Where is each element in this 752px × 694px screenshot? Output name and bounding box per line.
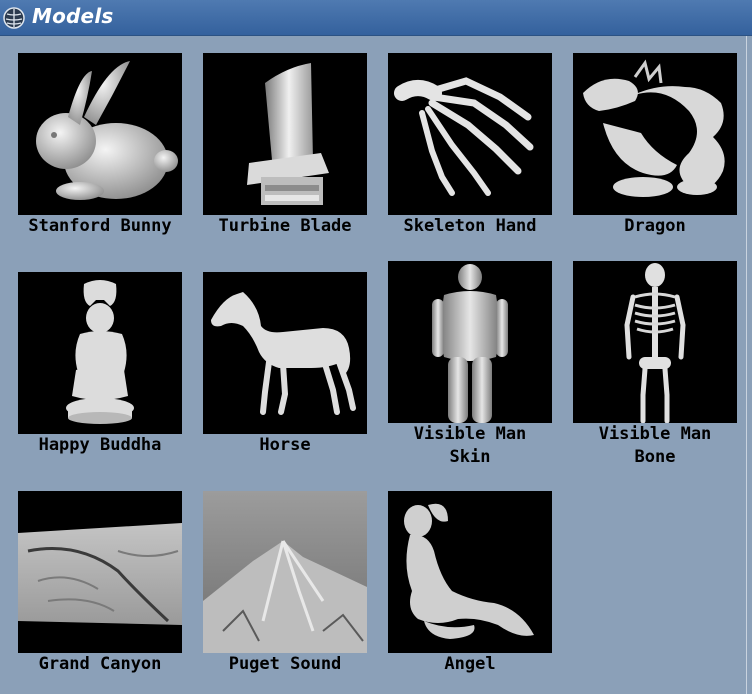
turbine-blade-thumbnail[interactable] (203, 53, 367, 215)
model-label: Dragon (624, 216, 686, 236)
model-label: Visible Man Bone (598, 424, 712, 467)
model-tile-grand-canyon[interactable]: Grand Canyon (18, 491, 182, 691)
visible-man-bone-thumbnail[interactable] (573, 261, 737, 423)
model-tile-dragon[interactable]: Dragon (573, 53, 737, 253)
bunny-thumbnail[interactable] (18, 53, 182, 215)
model-tile-angel[interactable]: Angel (388, 491, 552, 691)
buddha-thumbnail[interactable] (18, 272, 182, 434)
model-tile-happy-buddha[interactable]: Happy Buddha (18, 272, 182, 472)
model-label: Happy Buddha (38, 435, 162, 455)
visible-man-skin-thumbnail[interactable] (388, 261, 552, 423)
model-tile-visible-man-skin[interactable]: Visible Man Skin (388, 261, 552, 467)
model-tile-visible-man-bone[interactable]: Visible Man Bone (573, 261, 737, 467)
model-label: Grand Canyon (38, 654, 162, 674)
model-label: Visible Man Skin (413, 424, 527, 467)
window-border (746, 36, 747, 694)
window-title: Models (32, 4, 114, 28)
model-label: Turbine Blade (218, 216, 352, 236)
model-label: Stanford Bunny (28, 216, 172, 236)
model-label: Angel (444, 654, 496, 674)
model-label: Puget Sound (228, 654, 342, 674)
model-tile-stanford-bunny[interactable]: Stanford Bunny (18, 53, 182, 253)
model-label: Skeleton Hand (403, 216, 537, 236)
angel-thumbnail[interactable] (388, 491, 552, 653)
puget-sound-thumbnail[interactable] (203, 491, 367, 653)
model-tile-puget-sound[interactable]: Puget Sound (203, 491, 367, 691)
window-titlebar: Models (0, 0, 752, 36)
dragon-thumbnail[interactable] (573, 53, 737, 215)
model-label: Horse (259, 435, 311, 455)
skeleton-hand-thumbnail[interactable] (388, 53, 552, 215)
brain-icon (3, 7, 25, 29)
model-tile-horse[interactable]: Horse (203, 272, 367, 472)
model-tile-turbine-blade[interactable]: Turbine Blade (203, 53, 367, 253)
horse-thumbnail[interactable] (203, 272, 367, 434)
grand-canyon-thumbnail[interactable] (18, 491, 182, 653)
model-tile-skeleton-hand[interactable]: Skeleton Hand (388, 53, 552, 253)
